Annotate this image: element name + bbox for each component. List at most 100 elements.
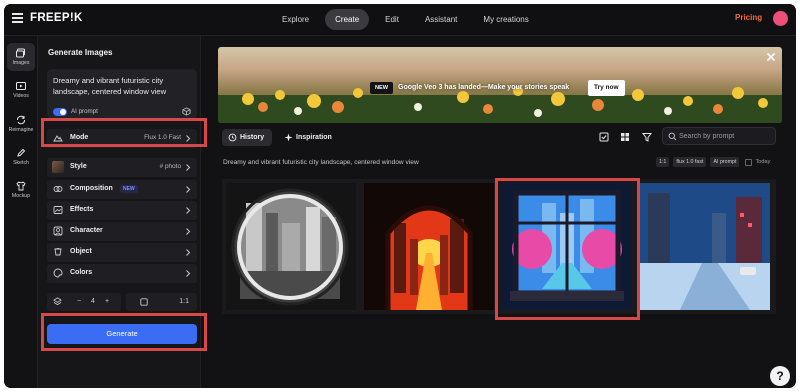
result-prompt: Dreamy and vibrant futuristic city lands… [223, 159, 419, 166]
history-icon [228, 133, 237, 142]
rail-label: Videos [13, 93, 29, 99]
rail-item-videos[interactable]: Videos [7, 76, 35, 104]
style-thumbnail [52, 161, 64, 173]
try-now-button[interactable]: Try now [588, 80, 625, 96]
snowy-street-image [640, 183, 770, 310]
rail-label: Images [12, 60, 30, 66]
nav-explore[interactable]: Explore [272, 9, 319, 30]
chevron-right-icon [186, 164, 191, 171]
checkbox-icon [745, 158, 753, 166]
prompt-text[interactable]: Dreamy and vibrant futuristic city lands… [53, 75, 191, 97]
generate-button[interactable]: Generate [47, 324, 197, 344]
filter-icon[interactable] [642, 132, 652, 142]
reimagine-icon [17, 115, 25, 125]
rail-item-mockup[interactable]: Mockup [7, 176, 35, 204]
sunset-city-image [364, 183, 494, 310]
style-label: Style [70, 163, 87, 170]
rail-item-images[interactable]: Images [7, 43, 35, 71]
pricing-link[interactable]: Pricing [735, 13, 762, 22]
avatar[interactable] [773, 11, 788, 26]
mountain-icon [53, 135, 63, 142]
colors-label: Colors [70, 269, 93, 276]
top-bar: FREEP!K Explore Create Edit Assistant My… [4, 4, 796, 36]
effects-selector[interactable]: Effects [47, 201, 197, 220]
generate-panel: Generate Images Dreamy and vibrant futur… [38, 36, 201, 388]
style-value: # photo [159, 163, 181, 170]
image-count-stepper[interactable]: − 4 + [47, 293, 121, 311]
main-nav: Explore Create Edit Assistant My creatio… [272, 9, 545, 30]
tag-ratio: 1:1 [656, 157, 670, 167]
today-filter[interactable]: Today [745, 157, 770, 167]
tab-inspiration-label: Inspiration [296, 134, 332, 141]
nav-assistant[interactable]: Assistant [415, 9, 467, 30]
rail-label: Mockup [11, 193, 31, 199]
close-icon[interactable] [766, 52, 776, 62]
result-tags: 1:1 flux 1.0 fast AI prompt Today [656, 157, 770, 167]
character-selector[interactable]: Character [47, 222, 197, 241]
rail-item-sketch[interactable]: Sketch [7, 143, 35, 171]
nav-my-creations[interactable]: My creations [473, 9, 538, 30]
search-field[interactable] [662, 127, 776, 145]
count-value: 4 [91, 298, 95, 305]
grid-view-icon[interactable] [620, 132, 630, 142]
colors-selector[interactable]: Colors [47, 264, 197, 283]
prompt-input[interactable]: Dreamy and vibrant futuristic city lands… [47, 69, 197, 119]
object-label: Object [70, 248, 92, 255]
gallery-image-1[interactable] [226, 183, 356, 310]
today-label: Today [755, 159, 771, 165]
square-icon [140, 298, 148, 306]
rail-label: Reimagine [8, 127, 34, 133]
layers-icon [53, 297, 62, 306]
search-icon [668, 132, 677, 141]
chevron-right-icon [186, 207, 191, 214]
object-icon [54, 247, 62, 256]
chevron-right-icon [186, 270, 191, 277]
banner-text: Google Veo 3 has landed—Make your [398, 84, 523, 91]
app-window: FREEP!K Explore Create Edit Assistant My… [4, 4, 796, 388]
object-selector[interactable]: Object [47, 243, 197, 262]
select-checkbox-icon[interactable] [599, 132, 609, 142]
rail-item-reimagine[interactable]: Reimagine [7, 110, 35, 138]
chevron-right-icon [186, 228, 191, 235]
image-gallery [222, 179, 776, 314]
gallery-image-2[interactable] [364, 183, 494, 310]
composition-icon [53, 186, 63, 192]
character-label: Character [70, 227, 103, 234]
tab-inspiration[interactable]: Inspiration [278, 129, 340, 146]
shirt-icon [16, 181, 26, 191]
aspect-ratio-selector[interactable]: 1:1 [126, 293, 197, 311]
logo[interactable]: FREEP!K [30, 12, 83, 24]
blue-window-image [502, 183, 632, 310]
nav-create[interactable]: Create [325, 9, 370, 30]
tag-ai-prompt: AI prompt [710, 157, 740, 167]
chevron-right-icon [186, 135, 191, 142]
tab-history[interactable]: History [222, 129, 273, 146]
search-input[interactable] [679, 130, 773, 142]
nav-edit[interactable]: Edit [375, 9, 409, 30]
new-badge: NEW [120, 185, 138, 193]
help-button[interactable]: ? [770, 366, 790, 386]
character-icon [53, 226, 63, 236]
rail-label: Sketch [13, 160, 29, 166]
effects-icon [53, 206, 63, 214]
style-selector[interactable]: Style # photo [47, 158, 197, 177]
cube-icon[interactable] [182, 107, 191, 116]
tool-rail: Images Videos Reimagine Sketch Mockup [4, 36, 38, 388]
gallery-image-4[interactable] [640, 183, 770, 310]
images-icon [16, 48, 25, 58]
effects-label: Effects [70, 206, 94, 213]
bw-city-image [226, 183, 356, 310]
video-icon [16, 82, 26, 90]
menu-icon[interactable] [12, 13, 23, 23]
count-increment[interactable]: + [105, 298, 109, 305]
mode-value: Flux 1.0 Fast [144, 134, 181, 141]
mode-selector[interactable]: Mode Flux 1.0 Fast [47, 129, 197, 148]
chevron-right-icon [186, 186, 191, 193]
count-decrement[interactable]: − [77, 298, 81, 305]
ai-prompt-label: AI prompt [71, 108, 98, 115]
ai-prompt-toggle[interactable] [53, 108, 67, 116]
gallery-image-3[interactable] [502, 183, 632, 310]
chevron-right-icon [186, 249, 191, 256]
composition-selector[interactable]: Composition NEW [47, 180, 197, 199]
mode-label: Mode [70, 134, 89, 141]
